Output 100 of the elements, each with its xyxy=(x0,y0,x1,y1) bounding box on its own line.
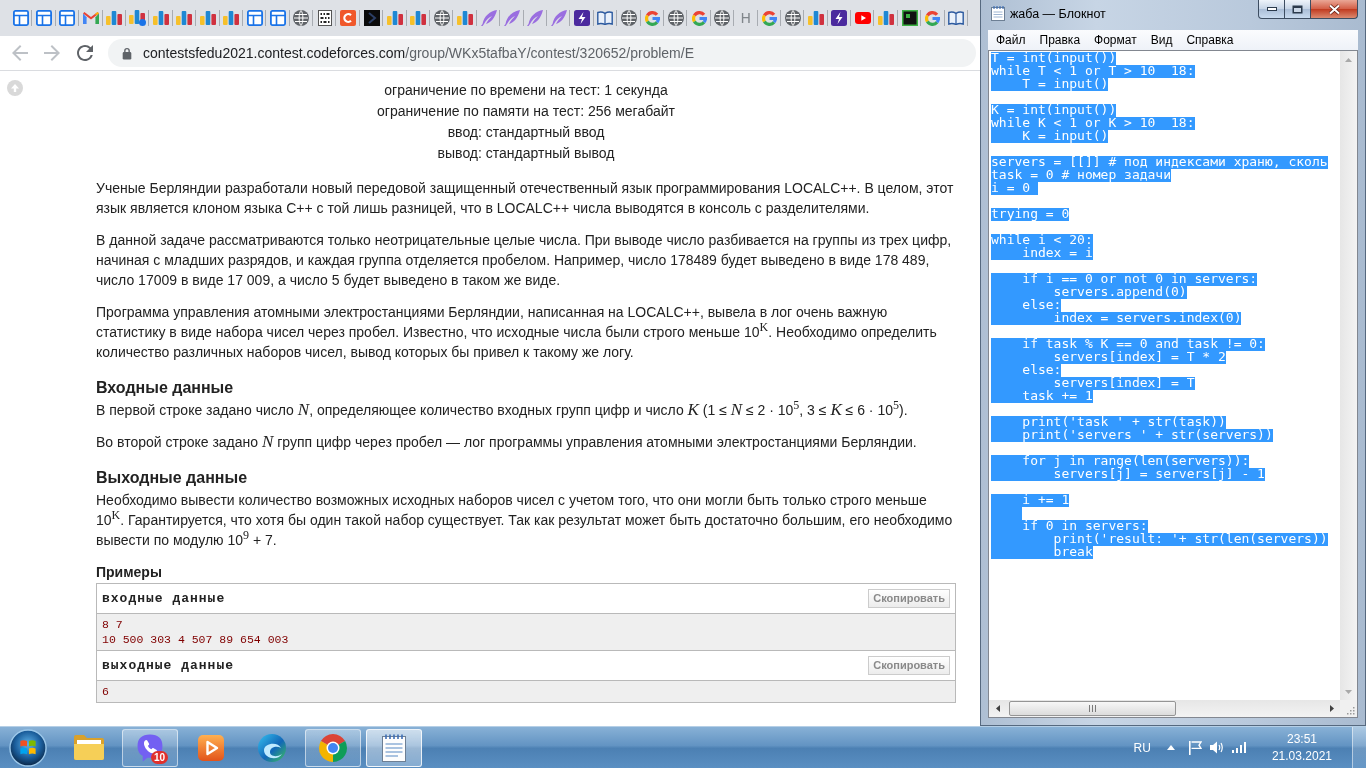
language-indicator[interactable]: RU xyxy=(1133,740,1151,755)
tricolor-circle-icon xyxy=(319,733,347,762)
arrow-left-icon[interactable] xyxy=(995,705,1000,712)
window-layout-icon xyxy=(12,10,29,26)
menu-item[interactable]: Файл xyxy=(989,30,1033,50)
bar-chart-icon xyxy=(410,11,427,25)
g-logo-icon xyxy=(691,10,707,26)
globe-icon xyxy=(714,10,731,26)
menu-item[interactable]: Справка xyxy=(1179,30,1241,50)
minimize-button[interactable] xyxy=(1258,0,1285,19)
limit-text: ввод: стандартный ввод xyxy=(446,123,606,142)
examples-title: Примеры xyxy=(96,564,163,580)
example-title: входные данные xyxy=(102,591,226,606)
swirl-icon xyxy=(258,733,286,762)
window-layout-icon xyxy=(270,10,286,26)
globe-icon xyxy=(620,10,637,26)
size-grip-icon[interactable] xyxy=(1346,706,1355,715)
feather-icon xyxy=(480,10,497,26)
globe-icon xyxy=(667,10,684,26)
bar-chart-icon xyxy=(807,11,824,25)
mail-icon xyxy=(82,12,99,24)
close-button[interactable] xyxy=(1311,0,1358,19)
limit-text: ограничение по памяти на тест: 256 мегабайт xyxy=(376,102,676,121)
window-layout-icon xyxy=(246,10,263,26)
vertical-scrollbar[interactable] xyxy=(1340,51,1357,700)
book-icon xyxy=(948,11,965,25)
window-title: жаба — Блокнот xyxy=(1010,6,1106,22)
statement-paragraph: Программа управления атомными электростанциями Берляндии, написанная на LOCALC++, вывела в лог очень важную статистику в виде набора чисел через пробел. Известно, что исходные числа были строго меньше 10$^{K}$. Необходимо определить количество различных наборов чисел, вывод которых бы привел к такому же логу. xyxy=(96,303,938,362)
address-field[interactable]: contestsfedu2021.contest.codeforces.com/group/WKx5tafbaY/contest/320652/problem/E xyxy=(108,39,976,67)
statement-paragraph: В данной задаче рассматриваются только неотрицательные целые числа. При выводе число разбивается на группы из трех цифр, начиная с младших разрядов, и каждая группа отделяется пробелом. Например, число 178489 будет выведено в виде 178 489, число 17009 в виде 17 009, а число 5 будет выведено в таком же виде. xyxy=(96,231,953,290)
play-tile-icon xyxy=(198,734,224,761)
notepad-icon xyxy=(382,733,406,762)
copy-button[interactable]: Скопировать xyxy=(868,589,950,608)
limit-text: ограничение по времени на тест: 1 секунда xyxy=(383,81,669,100)
grip-lines-icon xyxy=(1089,705,1096,712)
bar-chart-icon xyxy=(386,11,403,25)
menu-item[interactable]: Вид xyxy=(1143,30,1180,50)
close-icon xyxy=(1327,3,1341,15)
sample-text: 6 xyxy=(97,681,955,702)
arc-tile-icon xyxy=(340,10,357,26)
feather-icon xyxy=(550,10,567,26)
binary-file-icon xyxy=(317,10,332,26)
feather-icon xyxy=(527,10,544,26)
menu-item[interactable]: Правка xyxy=(1032,30,1088,50)
flag-icon[interactable] xyxy=(1188,740,1202,755)
arrow-up-icon[interactable] xyxy=(1345,57,1352,62)
g-logo-icon xyxy=(761,10,777,26)
section-title: Выходные данные xyxy=(96,468,249,488)
lightning-icon xyxy=(574,10,591,26)
bar-chart-icon xyxy=(223,11,240,25)
g-logo-icon xyxy=(925,10,941,26)
maximize-button[interactable] xyxy=(1285,0,1311,19)
feather-icon xyxy=(503,10,520,26)
dark-tile-icon xyxy=(363,10,380,26)
g-logo-icon xyxy=(644,10,660,26)
signal-bars-icon[interactable] xyxy=(1231,742,1246,753)
bar-chart-icon xyxy=(176,11,193,25)
statement-paragraph: Во второй строке задано N групп цифр через пробел — лог программы управления атомными электростанциями Берляндии. xyxy=(96,432,918,452)
book-icon xyxy=(597,11,614,25)
arrow-left-icon xyxy=(12,45,28,61)
minimize-icon xyxy=(1266,7,1277,11)
start-orb-icon xyxy=(9,728,47,767)
phone-bubble-icon xyxy=(136,733,164,762)
section-title: Входные данные xyxy=(96,378,235,398)
lightning-icon xyxy=(831,10,848,26)
arrow-right-icon xyxy=(44,45,60,61)
browser-tab[interactable]: H xyxy=(734,4,758,32)
menu-item[interactable]: Формат xyxy=(1087,30,1144,50)
statement-paragraph: Необходимо вывести количество возможных исходных наборов чисел с учетом того, что они могли быть только строго меньше 10$^{K}$. Гарантируется, что хотя бы один такой набор существует. Так как результат может быть достаточно большим, его необходимо вывести по модулю 10$^{9}$ + 7. xyxy=(96,491,954,550)
globe-icon xyxy=(433,10,450,26)
arrow-down-icon[interactable] xyxy=(1345,689,1352,694)
bar-chart-icon xyxy=(457,11,474,25)
bar-chart-icon xyxy=(106,11,123,25)
speaker-icon[interactable] xyxy=(1209,741,1224,754)
statement-paragraph: Ученые Берляндии разработали новый передовой защищенный отечественный язык программирования LOCALC++. В целом, этот язык является клоном языка C++ с той лишь разницей, что в LOCALC++ числа выводятся в консоль с разделителями. xyxy=(96,179,955,218)
reload-icon xyxy=(77,45,93,61)
play-tile-icon xyxy=(854,12,871,24)
show-desktop-button[interactable] xyxy=(1352,727,1366,768)
statement-paragraph: В первой строке задано число N, определяющее количество входных групп цифр и число K (1 ≤ N ≤ 2 · 10$^{5}$, 3 ≤ K ≤ 6 · 10$^{5}$). xyxy=(96,400,909,420)
window-layout-icon xyxy=(59,10,76,26)
lock-icon xyxy=(122,46,132,60)
bar-chart-icon xyxy=(153,11,170,25)
taskbar-button[interactable]: 10 xyxy=(122,728,178,767)
sample-text: 8 7 10 500 303 4 507 89 654 003 xyxy=(97,614,955,651)
notepad-icon xyxy=(991,6,1005,21)
taskbar-button[interactable] xyxy=(305,728,361,767)
globe-icon xyxy=(293,10,310,26)
window-layout-icon xyxy=(36,10,53,26)
copy-button[interactable]: Скопировать xyxy=(868,656,950,675)
clock-button[interactable]: 23:51 21.03.2021 xyxy=(1265,730,1338,765)
bar-chart-icon xyxy=(199,11,216,25)
horizontal-scrollbar[interactable] xyxy=(989,700,1340,717)
example-title: выходные данные xyxy=(102,658,235,673)
arrow-right-icon[interactable] xyxy=(1329,705,1334,712)
bar-chart-icon xyxy=(878,11,895,25)
taskbar-button[interactable] xyxy=(366,728,422,767)
scroll-thumb[interactable] xyxy=(1009,701,1176,716)
limit-text: вывод: стандартный вывод xyxy=(436,144,616,163)
caret-up-icon[interactable] xyxy=(1166,745,1175,750)
bar-chart-icon xyxy=(129,10,147,26)
